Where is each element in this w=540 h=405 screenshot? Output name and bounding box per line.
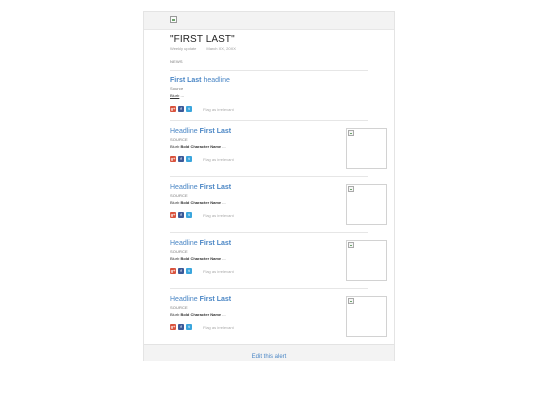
article-thumbnail[interactable] — [346, 240, 387, 281]
alert-email-card: "FIRST LAST" Weekly update March XX, 20XX… — [143, 11, 395, 361]
twitter-icon[interactable]: t — [186, 156, 192, 162]
headline-link[interactable]: First Last headline — [170, 77, 368, 84]
blurb: Blurb Bold Character Name ... — [170, 312, 368, 317]
alert-date: March XX, 20XX — [206, 46, 236, 51]
flag-irrelevant-link[interactable]: Flag as irrelevant — [203, 107, 234, 112]
blurb-text: Blurb — [170, 256, 181, 261]
headline-link[interactable]: Headline First Last — [170, 128, 368, 135]
broken-image-icon — [170, 16, 177, 23]
facebook-icon[interactable]: f — [178, 268, 184, 274]
source-label: SOURCE — [170, 305, 188, 310]
alert-frequency: Weekly update — [170, 46, 197, 51]
flag-irrelevant-link[interactable]: Flag as irrelevant — [203, 269, 234, 274]
share-row: g+ f t Flag as irrelevant — [170, 324, 234, 330]
broken-image-icon — [348, 130, 354, 136]
flag-irrelevant-link[interactable]: Flag as irrelevant — [203, 325, 234, 330]
edit-alert-link[interactable]: Edit this alert — [252, 354, 287, 360]
google-plus-icon[interactable]: g+ — [170, 156, 176, 162]
footer-bar: Edit this alert — [144, 344, 394, 361]
headline-link[interactable]: Headline First Last — [170, 240, 368, 247]
headline-link[interactable]: Headline First Last — [170, 296, 368, 303]
twitter-icon[interactable]: t — [186, 268, 192, 274]
twitter-icon[interactable]: t — [186, 106, 192, 112]
news-item: Headline First Last SOURCE Blurb Bold Ch… — [170, 128, 387, 173]
divider — [170, 288, 368, 289]
flag-irrelevant-link[interactable]: Flag as irrelevant — [203, 213, 234, 218]
blurb: Blurb Bold Character Name ... — [170, 200, 368, 205]
headline-bold: First Last — [199, 128, 232, 135]
twitter-icon[interactable]: t — [186, 324, 192, 330]
flag-irrelevant-link[interactable]: Flag as irrelevant — [203, 157, 234, 162]
divider — [170, 176, 368, 177]
article-thumbnail[interactable] — [346, 184, 387, 225]
header-bar — [144, 12, 394, 30]
news-item: Headline First Last SOURCE Blurb Bold Ch… — [170, 296, 387, 341]
headline-bold: First Last — [199, 240, 232, 247]
blurb: Blurb Bold Character Name ... — [170, 256, 368, 261]
source-label: SOURCE — [170, 249, 188, 254]
divider — [170, 70, 368, 71]
blurb-bold: Bold Character Name — [180, 256, 222, 261]
headline-text: Headline — [170, 296, 200, 303]
blurb-ellipsis: ... — [221, 256, 226, 261]
blurb-ellipsis: ... — [179, 93, 184, 98]
news-item: Headline First Last SOURCE Blurb Bold Ch… — [170, 184, 387, 229]
blurb-bold: Bold Character Name — [180, 312, 222, 317]
source-label: SOURCE — [170, 193, 188, 198]
headline-text: Headline — [170, 240, 200, 247]
section-label: NEWS — [170, 59, 183, 64]
share-row: g+ f t Flag as irrelevant — [170, 106, 234, 112]
blurb-text: Blurb — [170, 93, 180, 98]
headline-bold: First Last — [199, 296, 232, 303]
headline-bold: First Last — [199, 184, 232, 191]
alert-title: "FIRST LAST" — [170, 34, 235, 45]
divider — [170, 120, 368, 121]
source-label: Source — [170, 86, 184, 91]
headline-bold: First Last — [170, 77, 202, 84]
blurb-ellipsis: ... — [221, 144, 226, 149]
facebook-icon[interactable]: f — [178, 324, 184, 330]
blurb: Blurb Bold Character Name ... — [170, 144, 368, 149]
google-plus-icon[interactable]: g+ — [170, 268, 176, 274]
news-item: Headline First Last SOURCE Blurb Bold Ch… — [170, 240, 387, 285]
broken-image-icon — [348, 186, 354, 192]
facebook-icon[interactable]: f — [178, 212, 184, 218]
google-plus-icon[interactable]: g+ — [170, 324, 176, 330]
blurb-text: Blurb — [170, 312, 181, 317]
article-thumbnail[interactable] — [346, 128, 387, 169]
blurb-bold: Bold Character Name — [180, 200, 222, 205]
blurb-ellipsis: ... — [221, 200, 226, 205]
headline-text: Headline — [170, 128, 200, 135]
blurb-text: Blurb — [170, 144, 181, 149]
headline-link[interactable]: Headline First Last — [170, 184, 368, 191]
news-item: First Last headline Source Blurb ... g+ … — [170, 77, 368, 117]
share-row: g+ f t Flag as irrelevant — [170, 212, 234, 218]
blurb-ellipsis: ... — [221, 312, 226, 317]
headline-text: Headline — [170, 184, 200, 191]
facebook-icon[interactable]: f — [178, 156, 184, 162]
source-label: SOURCE — [170, 137, 188, 142]
share-row: g+ f t Flag as irrelevant — [170, 156, 234, 162]
article-thumbnail[interactable] — [346, 296, 387, 337]
alert-meta: Weekly update March XX, 20XX — [170, 46, 236, 51]
facebook-icon[interactable]: f — [178, 106, 184, 112]
blurb-text: Blurb — [170, 200, 181, 205]
blurb: Blurb ... — [170, 93, 368, 98]
blurb-bold: Bold Character Name — [180, 144, 222, 149]
broken-image-icon — [348, 242, 354, 248]
share-row: g+ f t Flag as irrelevant — [170, 268, 234, 274]
broken-image-icon — [348, 298, 354, 304]
twitter-icon[interactable]: t — [186, 212, 192, 218]
google-plus-icon[interactable]: g+ — [170, 106, 176, 112]
divider — [170, 232, 368, 233]
google-plus-icon[interactable]: g+ — [170, 212, 176, 218]
headline-text: headline — [201, 77, 230, 84]
